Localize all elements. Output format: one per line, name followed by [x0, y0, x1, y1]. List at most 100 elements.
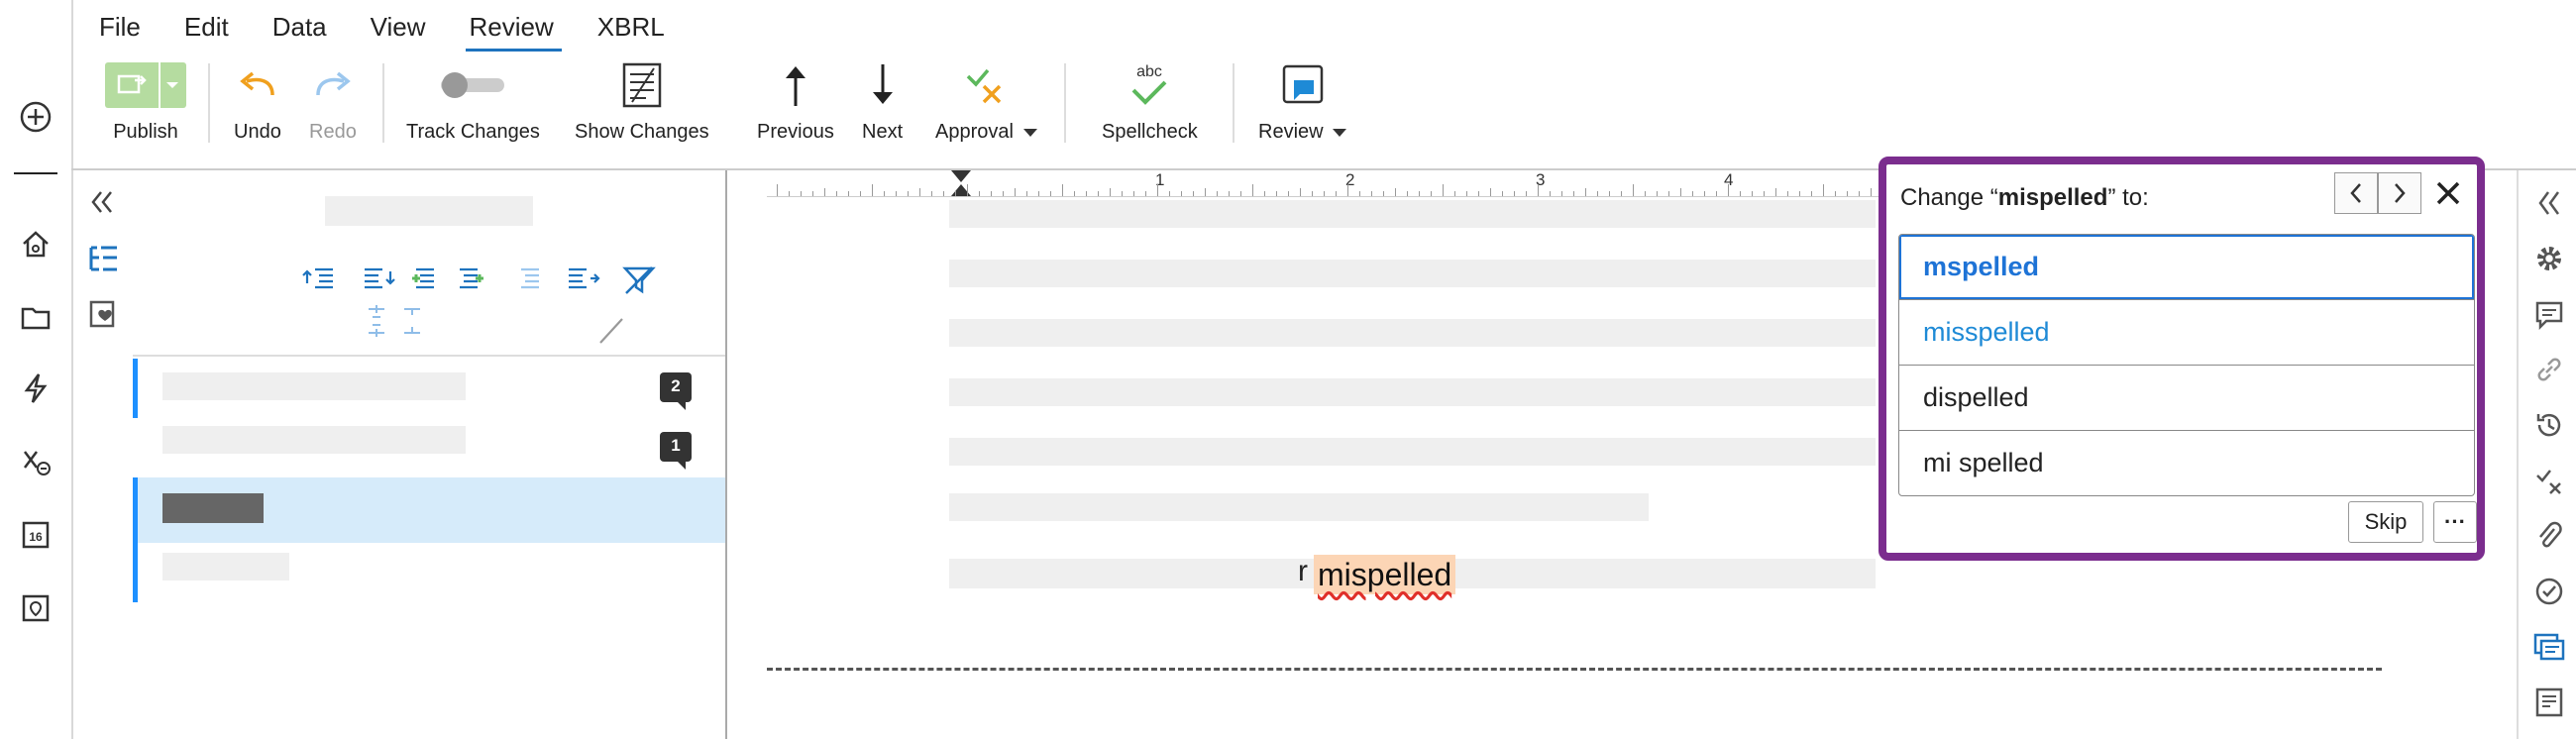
- close-icon[interactable]: [2433, 178, 2463, 208]
- document-changes-icon: [618, 59, 666, 111]
- check-circle-icon[interactable]: [2532, 575, 2566, 608]
- ruler-tick: [1490, 188, 1491, 196]
- outline-divider: [133, 355, 725, 357]
- ruler-tick: [1145, 191, 1146, 196]
- add-circle-icon[interactable]: [16, 97, 55, 137]
- formula-icon[interactable]: [16, 442, 55, 481]
- outline-item[interactable]: 2: [133, 359, 725, 418]
- filter-icon[interactable]: [622, 265, 656, 295]
- ruler-tick: [1038, 191, 1039, 196]
- suggestion-list: mspelled misspelled dispelled mi spelled: [1898, 234, 2475, 496]
- ruler-tick: [1787, 191, 1788, 196]
- ruler-tick: [1086, 191, 1087, 196]
- ruler-tick: [1157, 184, 1158, 196]
- misspelled-word[interactable]: mispelled: [1314, 555, 1456, 594]
- suggestion-item[interactable]: mi spelled: [1899, 430, 2474, 495]
- menu-edit[interactable]: Edit: [184, 6, 251, 52]
- ruler-tick: [1764, 191, 1765, 196]
- comment-icon[interactable]: [2532, 297, 2566, 331]
- ruler-tick: [1110, 188, 1111, 196]
- suggestion-item[interactable]: mspelled: [1899, 235, 2474, 299]
- show-changes-button[interactable]: Show Changes: [575, 59, 709, 144]
- outline-item[interactable]: [133, 543, 725, 602]
- ruler-tick: [1395, 188, 1396, 196]
- ruler-tick: [1003, 191, 1004, 196]
- outline-title-placeholder: [325, 196, 533, 226]
- spellcheck-button[interactable]: abc Spellcheck: [1102, 59, 1198, 144]
- ruler-tick: [824, 188, 825, 196]
- text-line-placeholder: [949, 378, 1876, 406]
- outline-item-selected[interactable]: [133, 477, 725, 543]
- review-panel-icon[interactable]: [2532, 630, 2566, 664]
- gear-icon[interactable]: [2532, 242, 2566, 275]
- lightning-icon[interactable]: [16, 369, 55, 408]
- history-icon[interactable]: [2532, 408, 2566, 442]
- menu-data[interactable]: Data: [272, 6, 349, 52]
- ruler-tick: [979, 191, 980, 196]
- link-icon[interactable]: [2532, 353, 2566, 386]
- ruler-tick: [1169, 191, 1170, 196]
- calendar-icon[interactable]: 16: [16, 515, 55, 555]
- ruler-tick: [1728, 184, 1729, 196]
- track-changes-toggle[interactable]: Track Changes: [406, 59, 540, 144]
- menu-xbrl[interactable]: XBRL: [597, 6, 687, 52]
- ruler-tick: [1454, 191, 1455, 196]
- menu-view[interactable]: View: [371, 6, 448, 52]
- previous-error-button[interactable]: [2334, 172, 2378, 214]
- folder-icon[interactable]: [16, 297, 55, 337]
- ruler-tick: [1193, 191, 1194, 196]
- outline-item[interactable]: 1: [133, 418, 725, 477]
- next-button[interactable]: Next: [862, 59, 903, 144]
- undo-arrow-icon: [235, 59, 280, 111]
- redo-button[interactable]: Redo: [309, 59, 357, 144]
- more-options-button[interactable]: ···: [2433, 501, 2477, 543]
- indent-marker-icon[interactable]: [951, 170, 971, 196]
- check-x-icon[interactable]: [2532, 464, 2566, 497]
- ruler-tick: [1371, 191, 1372, 196]
- ruler-tick: [801, 191, 802, 196]
- ruler-tick: [1205, 188, 1206, 196]
- menu-bar: File Edit Data View Review XBRL: [99, 6, 708, 52]
- next-error-button[interactable]: [2378, 172, 2421, 214]
- menu-file[interactable]: File: [99, 6, 162, 52]
- ruler-tick: [1383, 191, 1384, 196]
- review-label: Review: [1258, 121, 1347, 144]
- review-dropdown-button[interactable]: Review: [1258, 59, 1347, 144]
- ruler-tick: [1181, 191, 1182, 196]
- paperclip-icon[interactable]: [2532, 519, 2566, 553]
- ruler-tick: [1431, 191, 1432, 196]
- review-comment-icon: [1280, 59, 1326, 111]
- skip-button[interactable]: Skip: [2348, 501, 2423, 543]
- svg-text:abc: abc: [1136, 63, 1162, 80]
- text-line-placeholder: [949, 438, 1876, 466]
- ruler-tick: [1264, 191, 1265, 196]
- home-icon[interactable]: [16, 224, 55, 264]
- collapse-left-icon[interactable]: [2532, 186, 2566, 220]
- ruler-tick: [1288, 191, 1289, 196]
- ruler-tick: [1252, 184, 1253, 196]
- publish-button[interactable]: Publish: [105, 59, 186, 144]
- ruler-tick: [1324, 191, 1325, 196]
- ruler-tick: [1633, 184, 1634, 196]
- toggle-switch-icon: [437, 59, 508, 111]
- ruler-tick: [1407, 191, 1408, 196]
- map-pin-icon[interactable]: [16, 588, 55, 628]
- previous-button[interactable]: Previous: [757, 59, 834, 144]
- ruler-tick: [896, 191, 897, 196]
- ruler-tick: [1799, 191, 1800, 196]
- ruler-tick: [1240, 191, 1241, 196]
- ruler-tick: [1122, 191, 1123, 196]
- ruler-tick: [872, 184, 873, 196]
- suggestion-item[interactable]: dispelled: [1899, 365, 2474, 430]
- redo-arrow-icon: [310, 59, 356, 111]
- approval-button[interactable]: Approval: [935, 59, 1037, 144]
- collapse-left-icon[interactable]: [89, 190, 117, 214]
- notes-icon[interactable]: [2532, 686, 2566, 719]
- suggestion-item[interactable]: misspelled: [1899, 299, 2474, 365]
- ruler-tick: [1621, 191, 1622, 196]
- ruler-tick: [943, 191, 944, 196]
- favorites-icon[interactable]: [87, 299, 119, 329]
- outline-tree-icon[interactable]: [87, 244, 119, 273]
- menu-review[interactable]: Review: [465, 6, 576, 52]
- undo-button[interactable]: Undo: [234, 59, 281, 144]
